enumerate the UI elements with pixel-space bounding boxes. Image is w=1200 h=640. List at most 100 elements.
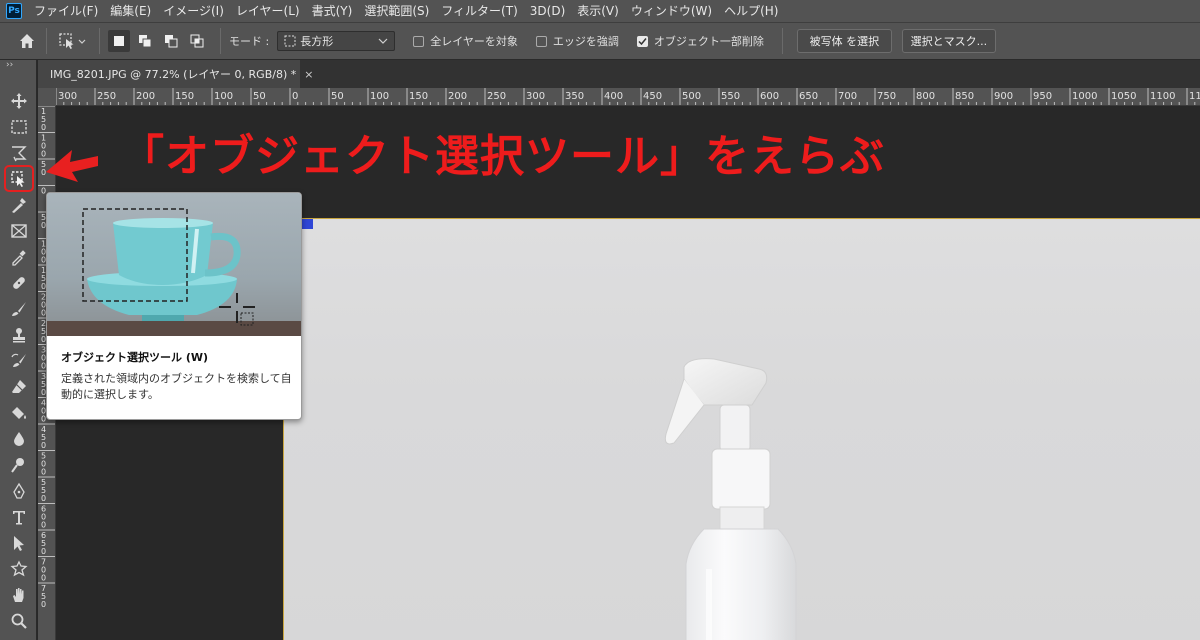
menu-layer[interactable]: レイヤー(L): [230, 0, 306, 22]
close-icon[interactable]: ×: [304, 68, 313, 81]
subtract-selection-button[interactable]: [160, 30, 182, 52]
ruler-label: 150: [409, 91, 428, 102]
lasso-tool-icon: [12, 146, 27, 162]
custom-shape-tool[interactable]: [8, 558, 30, 580]
custom-shape-tool-icon: [10, 560, 28, 577]
intersect-selection-icon: [190, 34, 204, 48]
cup-preview-illustration: [47, 208, 301, 336]
home-button[interactable]: [16, 30, 38, 52]
menu-window[interactable]: ウィンドウ(W): [625, 0, 718, 22]
select-and-mask-button[interactable]: 選択とマスク...: [901, 29, 996, 53]
menu-help[interactable]: ヘルプ(H): [718, 0, 784, 22]
document-tab-title: IMG_8201.JPG @ 77.2% (レイヤー 0, RGB/8) *: [50, 68, 297, 81]
ruler-label: 1050: [1111, 91, 1136, 102]
ruler-label: 650: [799, 91, 818, 102]
menu-edit[interactable]: 編集(E): [104, 0, 157, 22]
ruler-label: 250: [487, 91, 506, 102]
ruler-corner: [38, 88, 56, 106]
eraser-tool[interactable]: [8, 376, 30, 398]
spray-bottle-photo: [664, 358, 797, 640]
move-tool-icon: [11, 93, 27, 109]
ruler-label: 250: [97, 91, 116, 102]
path-selection-tool-icon: [14, 536, 24, 551]
dodge-tool[interactable]: [8, 454, 30, 476]
ruler-label: 750: [877, 91, 896, 102]
eraser-tool-icon: [12, 380, 26, 393]
menu-view[interactable]: 表示(V): [571, 0, 625, 22]
menu-image[interactable]: イメージ(I): [157, 0, 230, 22]
paint-bucket-tool-icon: [12, 407, 26, 419]
menu-type[interactable]: 書式(Y): [306, 0, 359, 22]
paint-bucket-tool[interactable]: [8, 402, 30, 424]
object-subtract-option[interactable]: オブジェクト一部削除: [636, 33, 764, 49]
blur-tool-icon: [14, 432, 24, 446]
object-subtract-checkbox[interactable]: [636, 35, 648, 47]
clone-stamp-tool[interactable]: [8, 324, 30, 346]
ruler-label: 850: [955, 91, 974, 102]
document-canvas[interactable]: [283, 218, 1200, 640]
collapse-panel-icon[interactable]: ››: [6, 60, 13, 70]
all-layers-checkbox[interactable]: [413, 35, 425, 47]
tool-preset-picker[interactable]: [55, 30, 91, 52]
ruler-label: 450: [643, 91, 662, 102]
healing-brush-tool[interactable]: [8, 272, 30, 294]
menu-file[interactable]: ファイル(F): [28, 0, 104, 22]
tooltip-title: オブジェクト選択ツール (W): [61, 351, 209, 364]
tools-panel: ››: [0, 60, 37, 640]
zoom-tool[interactable]: [8, 610, 30, 632]
ruler-label: 350: [565, 91, 584, 102]
separator: [781, 28, 783, 54]
ruler-label: 0: [41, 468, 46, 477]
tooltip-preview-image: [47, 193, 301, 336]
brush-tool[interactable]: [8, 298, 30, 320]
ruler-label: 0: [41, 494, 46, 503]
eyedropper-tool[interactable]: [8, 246, 30, 268]
move-tool[interactable]: [8, 90, 30, 112]
eyedropper-tool-icon: [12, 250, 26, 266]
enhance-edge-checkbox[interactable]: [535, 35, 547, 47]
ruler-label: 900: [994, 91, 1013, 102]
document-tab[interactable]: IMG_8201.JPG @ 77.2% (レイヤー 0, RGB/8) * ×: [38, 60, 313, 88]
select-subject-button[interactable]: 被写体 を選択: [796, 29, 892, 53]
intersect-selection-button[interactable]: [186, 30, 208, 52]
type-tool[interactable]: [8, 506, 30, 528]
menu-select[interactable]: 選択範囲(S): [358, 0, 435, 22]
document-tab-bar: IMG_8201.JPG @ 77.2% (レイヤー 0, RGB/8) * ×: [38, 60, 1200, 88]
ruler-label: 0: [292, 91, 298, 102]
mode-select-value: 長方形: [300, 35, 334, 48]
add-selection-button[interactable]: [134, 30, 156, 52]
history-brush-tool[interactable]: [8, 350, 30, 372]
enhance-edge-option[interactable]: エッジを強調: [535, 33, 619, 49]
lasso-tool[interactable]: [8, 142, 30, 164]
ruler-label: 600: [760, 91, 779, 102]
object-selection-preset-icon: [59, 33, 86, 49]
path-selection-tool[interactable]: [8, 532, 30, 554]
frame-tool[interactable]: [8, 220, 30, 242]
annotation-text: 「オブジェクト選択ツール」をえらぶ: [120, 131, 885, 182]
ruler-label: 950: [1033, 91, 1052, 102]
quick-selection-tool-icon: [12, 198, 26, 213]
menu-3d[interactable]: 3D(D): [524, 0, 571, 22]
ruler-label: 0: [41, 574, 46, 583]
quick-selection-tool[interactable]: [8, 194, 30, 216]
history-brush-tool-icon: [11, 353, 26, 367]
all-layers-option[interactable]: 全レイヤーを対象: [413, 33, 518, 49]
menu-filter[interactable]: フィルター(T): [435, 0, 523, 22]
pen-tool-icon: [13, 482, 25, 499]
marquee-tool[interactable]: [8, 116, 30, 138]
menu-bar: Ps ファイル(F) 編集(E) イメージ(I) レイヤー(L) 書式(Y) 選…: [0, 0, 1200, 22]
hand-tool[interactable]: [8, 584, 30, 606]
dodge-tool-icon: [11, 458, 24, 473]
home-icon: [20, 34, 34, 48]
mode-select[interactable]: 長方形: [277, 31, 396, 51]
ruler-label: 50: [331, 91, 344, 102]
separator: [99, 28, 100, 54]
frame-tool-icon: [11, 224, 27, 238]
subtract-from-selection-icon: [165, 35, 178, 48]
blur-tool[interactable]: [8, 428, 30, 450]
new-selection-button[interactable]: [108, 30, 130, 52]
pen-tool[interactable]: [8, 480, 30, 502]
ruler-label: 0: [41, 600, 46, 609]
horizontal-ruler-ticks: 300 250 200 150 100 50 0 50 100 150 200 250 300 350 40…: [56, 88, 1200, 105]
ruler-label: 1000: [1072, 91, 1097, 102]
